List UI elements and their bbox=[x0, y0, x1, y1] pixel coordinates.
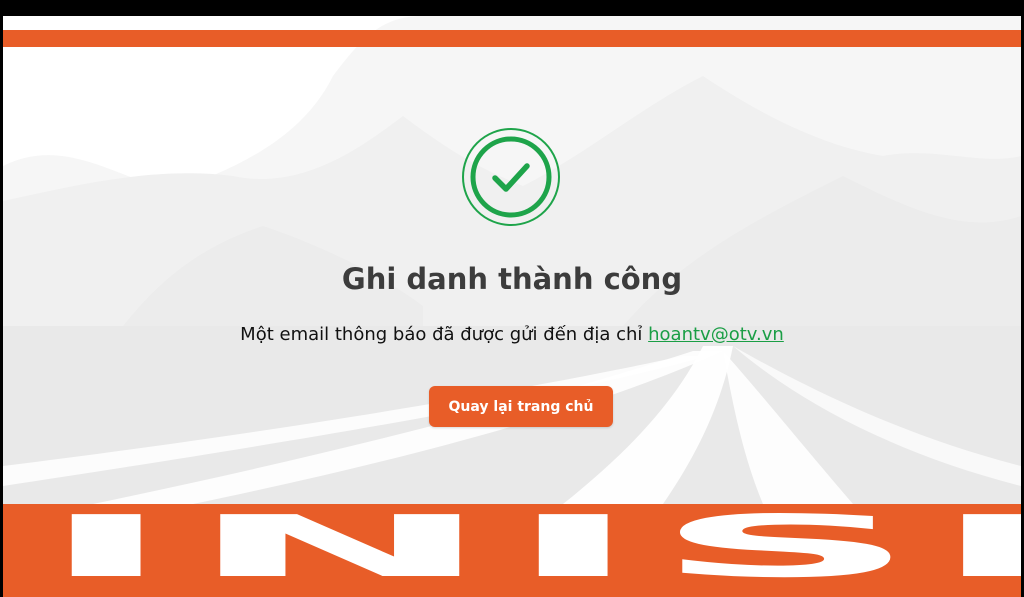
page-frame: Ghi danh thành công Một email thông báo … bbox=[3, 16, 1021, 597]
message-text: Một email thông báo đã được gửi đến địa … bbox=[240, 324, 649, 345]
back-to-home-button[interactable]: Quay lại trang chủ bbox=[429, 386, 613, 427]
check-circle-icon bbox=[462, 128, 560, 226]
finish-text: FINISH bbox=[3, 504, 1021, 596]
page-title: Ghi danh thành công bbox=[341, 262, 683, 296]
email-link[interactable]: hoantv@otv.vn bbox=[648, 324, 784, 345]
finish-banner: FINISH bbox=[3, 504, 1021, 597]
confirmation-message: Một email thông báo đã được gửi đến địa … bbox=[3, 324, 1021, 345]
